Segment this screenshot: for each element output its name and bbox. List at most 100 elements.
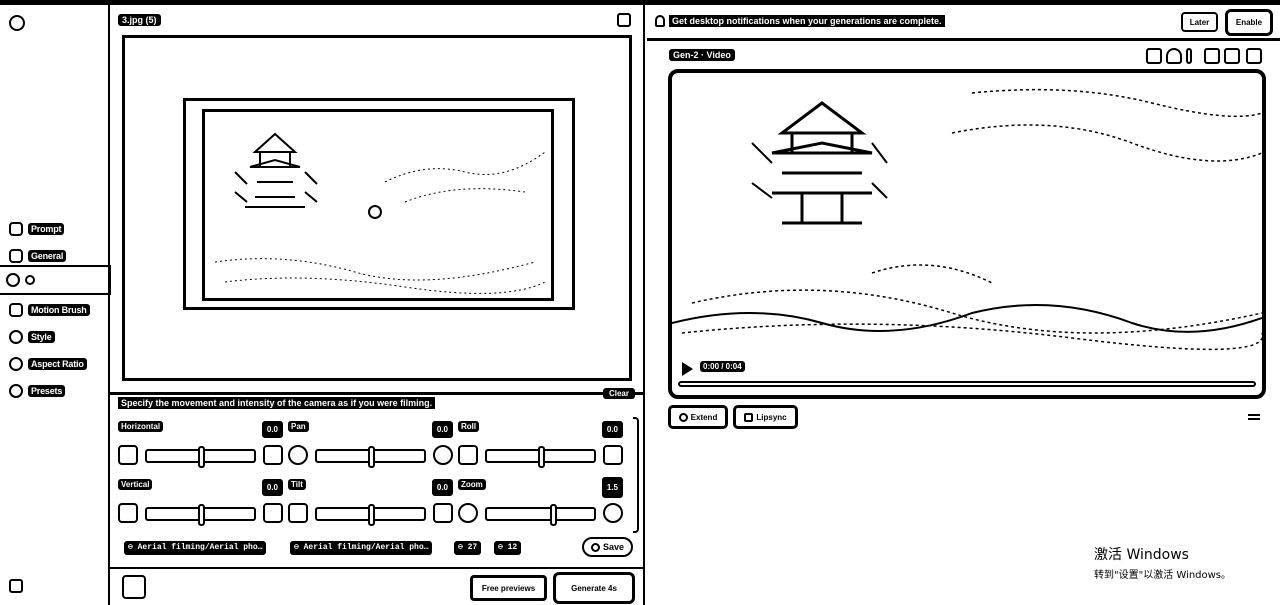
refresh-icon[interactable] — [1204, 48, 1220, 64]
tilt-up-icon[interactable] — [433, 503, 453, 523]
count-chip[interactable]: ⊖ 27 — [454, 541, 482, 555]
slider-thumb[interactable] — [367, 504, 375, 526]
slider-thumb[interactable] — [197, 446, 205, 468]
download-icon[interactable] — [1146, 48, 1162, 64]
brush-icon — [9, 303, 23, 317]
slider-thumb[interactable] — [537, 446, 545, 468]
clear-button[interactable]: Clear — [602, 388, 635, 399]
watermark-line-1: 激活 Windows — [1094, 547, 1189, 563]
control-value[interactable]: 0.0 — [261, 479, 283, 496]
tilt-down-icon[interactable] — [288, 503, 308, 523]
free-previews-button[interactable]: Free previews — [470, 575, 547, 601]
source-image — [122, 35, 632, 381]
rail-item-aspect-ratio[interactable]: Aspect Ratio — [9, 355, 87, 373]
audio-icon[interactable] — [122, 575, 146, 599]
more-icon[interactable] — [1248, 414, 1260, 420]
lipsync-button[interactable]: Lipsync — [733, 405, 798, 429]
later-button[interactable]: Later — [1181, 12, 1218, 32]
layers-icon — [9, 384, 23, 398]
image-content — [202, 109, 554, 301]
video-time: 0:00 / 0:04 — [700, 361, 745, 372]
pan-slider[interactable] — [315, 446, 426, 468]
control-label: Pan — [288, 421, 309, 432]
favorite-icon[interactable] — [1166, 48, 1182, 64]
rail-item-presets[interactable]: Presets — [9, 382, 66, 400]
pan-right-icon[interactable] — [433, 445, 453, 465]
control-value[interactable]: 0.0 — [601, 421, 623, 438]
extend-label: Extend — [690, 412, 718, 422]
zoom-slider[interactable] — [485, 504, 596, 526]
save-button[interactable]: Save — [581, 537, 633, 557]
control-label: Vertical — [118, 479, 153, 490]
panel-divider[interactable] — [110, 392, 645, 395]
roll-left-icon[interactable] — [458, 445, 478, 465]
camera-description: Specify the movement and intensity of th… — [118, 397, 436, 409]
menu-icon[interactable] — [1224, 48, 1240, 64]
extend-button[interactable]: Extend — [668, 405, 728, 429]
control-value[interactable]: 0.0 — [431, 479, 453, 496]
generate-button[interactable]: Generate 4s — [553, 572, 635, 604]
rail-item-label: Style — [28, 331, 55, 343]
tilt-slider[interactable] — [315, 504, 426, 526]
count-chip-label: 27 — [467, 543, 478, 552]
palette-icon — [9, 330, 23, 344]
move-left-icon[interactable] — [118, 445, 138, 465]
source-filename: 3.jpg (5) — [118, 14, 161, 26]
output-panel: Get desktop notifications when your gene… — [647, 5, 1280, 605]
move-up-icon[interactable] — [263, 503, 283, 523]
left-rail: Prompt General Motion Brush Style Aspect… — [0, 5, 111, 605]
rail-item-motion-brush[interactable]: Motion Brush — [9, 301, 90, 319]
enable-button[interactable]: Enable — [1225, 9, 1273, 36]
move-right-icon[interactable] — [263, 445, 283, 465]
watermark-line-2: 转到"设置"以激活 Windows。 — [1094, 570, 1232, 581]
slider-thumb[interactable] — [197, 504, 205, 526]
vertical-slider[interactable] — [145, 504, 256, 526]
notification-bar: Get desktop notifications when your gene… — [647, 5, 1280, 41]
rail-item-label: Prompt — [28, 223, 65, 235]
preset-chip-label: Aerial filming/Aerial pho… — [303, 543, 429, 552]
zoom-in-icon[interactable] — [603, 503, 623, 523]
history-icon[interactable] — [9, 15, 25, 31]
slider-thumb[interactable] — [367, 446, 375, 468]
count-chip-label: 12 — [507, 543, 518, 552]
control-label: Horizontal — [118, 421, 164, 432]
rail-item-style[interactable]: Style — [9, 328, 55, 346]
delete-icon[interactable] — [617, 13, 631, 27]
image-frame — [183, 98, 575, 310]
roll-control: Roll 0.0 — [458, 421, 623, 473]
rail-item-prompt[interactable]: Prompt — [9, 220, 65, 238]
generation-title: Gen-2 · Video — [669, 49, 735, 61]
sliders-icon — [9, 249, 23, 263]
save-label: Save — [602, 542, 624, 552]
collapse-icon[interactable] — [9, 579, 23, 593]
rail-item-camera[interactable] — [0, 265, 111, 295]
control-value[interactable]: 0.0 — [431, 421, 453, 438]
video-player[interactable]: 0:00 / 0:04 — [668, 69, 1266, 399]
close-icon[interactable] — [1246, 48, 1262, 64]
roll-right-icon[interactable] — [603, 445, 623, 465]
pan-left-icon[interactable] — [288, 445, 308, 465]
slider-thumb[interactable] — [550, 504, 558, 526]
extend-icon — [678, 412, 688, 422]
bell-icon — [655, 15, 665, 27]
control-label: Roll — [458, 421, 480, 432]
save-icon — [590, 542, 600, 552]
scrollbar[interactable] — [633, 417, 639, 533]
roll-slider[interactable] — [485, 446, 596, 468]
zoom-out-icon[interactable] — [458, 503, 478, 523]
preset-chip[interactable]: ⊖ Aerial filming/Aerial pho… — [124, 541, 267, 555]
footer-divider — [110, 567, 645, 569]
video-frame — [672, 88, 1262, 351]
move-down-icon[interactable] — [118, 503, 138, 523]
control-value[interactable]: 0.0 — [261, 421, 283, 438]
preset-chip[interactable]: ⊖ Aerial filming/Aerial pho… — [290, 541, 433, 555]
rail-item-general[interactable]: General — [9, 247, 67, 265]
video-progress[interactable] — [678, 381, 1256, 387]
count-chip[interactable]: ⊖ 12 — [494, 541, 522, 555]
play-icon[interactable] — [682, 362, 693, 376]
lipsync-icon — [744, 412, 754, 422]
info-icon[interactable] — [1186, 48, 1192, 64]
horizontal-slider[interactable] — [145, 446, 256, 468]
control-value[interactable]: 1.5 — [601, 477, 623, 498]
rail-item-label: Aspect Ratio — [28, 358, 87, 370]
